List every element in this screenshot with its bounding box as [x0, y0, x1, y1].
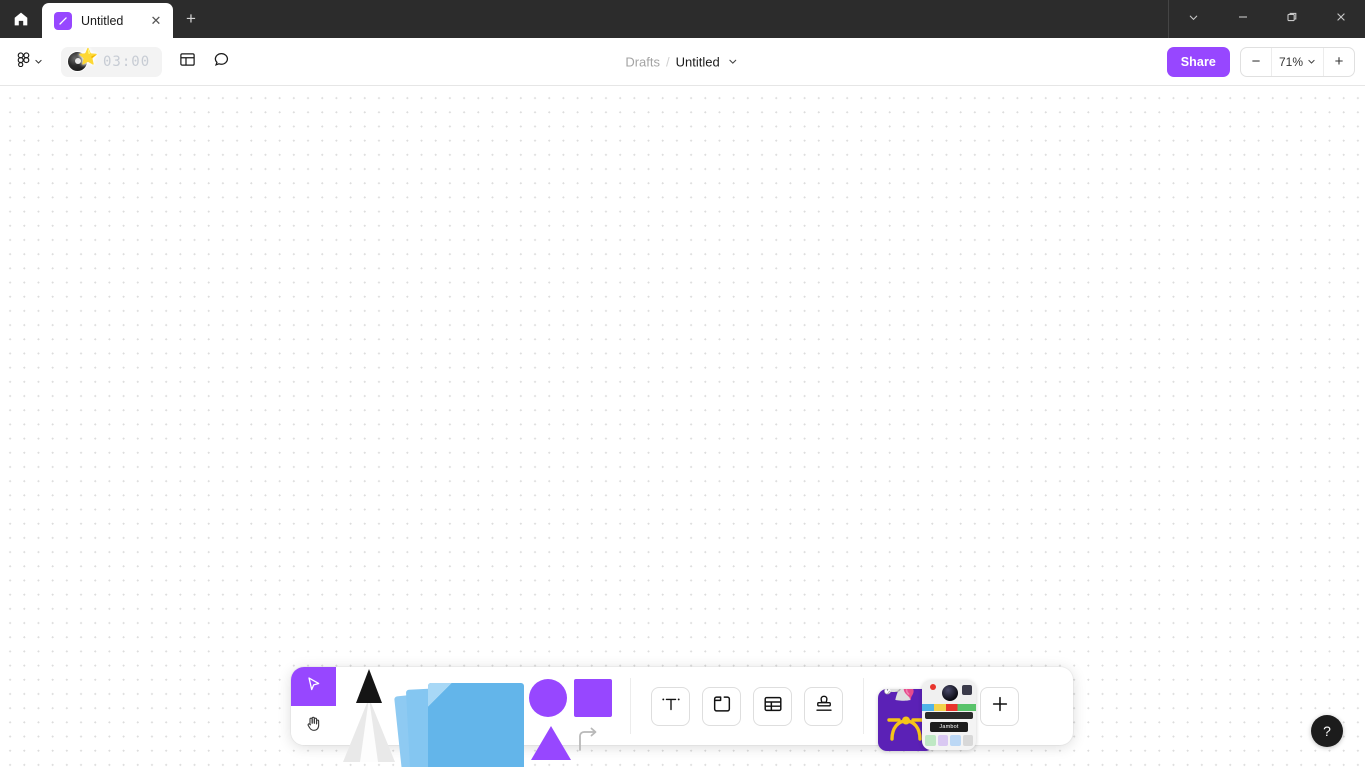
marker-pen-icon — [341, 669, 397, 762]
text-tool-button[interactable] — [651, 686, 690, 726]
marker-tool-button[interactable] — [341, 667, 397, 762]
close-icon — [1335, 10, 1347, 28]
zoom-controls: − 71% + — [1239, 46, 1355, 77]
chevron-down-icon — [1188, 10, 1199, 28]
plus-icon — [990, 694, 1010, 719]
text-icon — [660, 693, 682, 720]
minimize-button[interactable] — [1218, 0, 1267, 38]
close-tab-icon[interactable]: ✕ — [148, 13, 164, 29]
camera-slot-icon — [925, 712, 973, 719]
frog-emoji-icon: 🦄 — [881, 689, 917, 701]
move-cursor-icon — [304, 675, 323, 699]
sticky-note-tool-button[interactable] — [394, 667, 528, 767]
close-window-button[interactable] — [1316, 0, 1365, 38]
comment-icon — [213, 51, 230, 73]
jambot-label: Jambot — [930, 722, 968, 732]
figjam-canvas[interactable]: 🦄 Jambot — [0, 86, 1365, 767]
maximize-icon — [1286, 10, 1298, 28]
timer-widget[interactable]: ⭐ 03:00 — [61, 46, 163, 77]
stamp-tool-button[interactable] — [804, 686, 843, 726]
section-icon — [711, 693, 733, 720]
camera-shutter-icon — [930, 684, 936, 690]
star-badge-icon: ⭐ — [78, 48, 98, 66]
minimize-icon — [1237, 10, 1249, 28]
file-menu-chevron-down-icon[interactable] — [726, 55, 740, 69]
figjam-file-icon — [54, 11, 72, 30]
breadcrumb-parent[interactable]: Drafts — [625, 54, 660, 69]
zoom-out-button[interactable]: − — [1241, 48, 1271, 76]
toolbar-left-group: ⭐ 03:00 — [10, 46, 236, 77]
move-tool-button[interactable] — [291, 667, 336, 706]
figjam-bottom-toolbar: 🦄 Jambot — [291, 667, 1073, 767]
zoom-level-dropdown[interactable]: 71% — [1270, 47, 1324, 76]
widget-thumbnail-jambot: Jambot — [922, 680, 976, 750]
select-tools-group — [291, 667, 336, 745]
chevron-down-icon — [1307, 55, 1316, 69]
layout-panel-button[interactable] — [172, 47, 202, 77]
table-icon — [762, 693, 784, 720]
breadcrumb-separator: / — [665, 54, 670, 69]
figma-main-menu-button[interactable] — [10, 47, 49, 77]
shapes-tool-button[interactable] — [529, 667, 625, 760]
more-widgets-button[interactable] — [980, 686, 1019, 726]
window-controls — [1168, 0, 1365, 38]
breadcrumb: Drafts / Untitled — [625, 54, 739, 69]
app-toolbar: ⭐ 03:00 Drafts / Untitled Share − 71% + — [0, 38, 1365, 86]
home-icon — [13, 11, 29, 27]
help-button[interactable]: ? — [1311, 715, 1343, 747]
insert-tools-group — [631, 667, 863, 745]
widgets-group: 🦄 Jambot — [864, 667, 1037, 751]
comment-button[interactable] — [206, 47, 236, 77]
table-tool-button[interactable] — [753, 686, 792, 726]
section-tool-button[interactable] — [702, 686, 741, 726]
timer-value: 03:00 — [103, 53, 151, 70]
tab-title: Untitled — [81, 13, 124, 28]
sticky-note-icon — [394, 675, 528, 767]
rainbow-stripe-icon — [922, 704, 976, 711]
home-button[interactable] — [0, 0, 42, 38]
camera-lens-icon — [942, 685, 958, 701]
new-tab-button[interactable]: + — [173, 0, 209, 38]
drawing-tools-group — [336, 667, 630, 767]
camera-flash-icon — [962, 685, 972, 695]
share-button[interactable]: Share — [1166, 46, 1230, 77]
maximize-button[interactable] — [1267, 0, 1316, 38]
plugin-chips — [925, 735, 973, 746]
shapes-and-connectors-icon — [529, 673, 625, 760]
breadcrumb-file-name[interactable]: Untitled — [676, 54, 720, 69]
zoom-in-button[interactable]: + — [1324, 48, 1354, 76]
zoom-level-value: 71% — [1278, 54, 1303, 69]
figma-logo-icon — [16, 51, 31, 72]
chevron-down-icon — [34, 53, 43, 71]
stamp-icon — [813, 693, 835, 720]
toolbar-right-group: Share − 71% + — [1166, 46, 1355, 77]
question-mark-icon: ? — [1323, 723, 1331, 739]
avatar: ⭐ — [67, 48, 98, 73]
browser-tab[interactable]: Untitled ✕ — [42, 3, 173, 38]
window-title-bar: Untitled ✕ + — [0, 0, 1365, 38]
hand-icon — [304, 714, 323, 738]
hand-tool-button[interactable] — [291, 706, 336, 745]
window-chevron-down-button[interactable] — [1169, 0, 1218, 38]
layout-panel-icon — [179, 51, 196, 73]
widgets-and-plugins-button[interactable]: 🦄 Jambot — [878, 667, 976, 751]
